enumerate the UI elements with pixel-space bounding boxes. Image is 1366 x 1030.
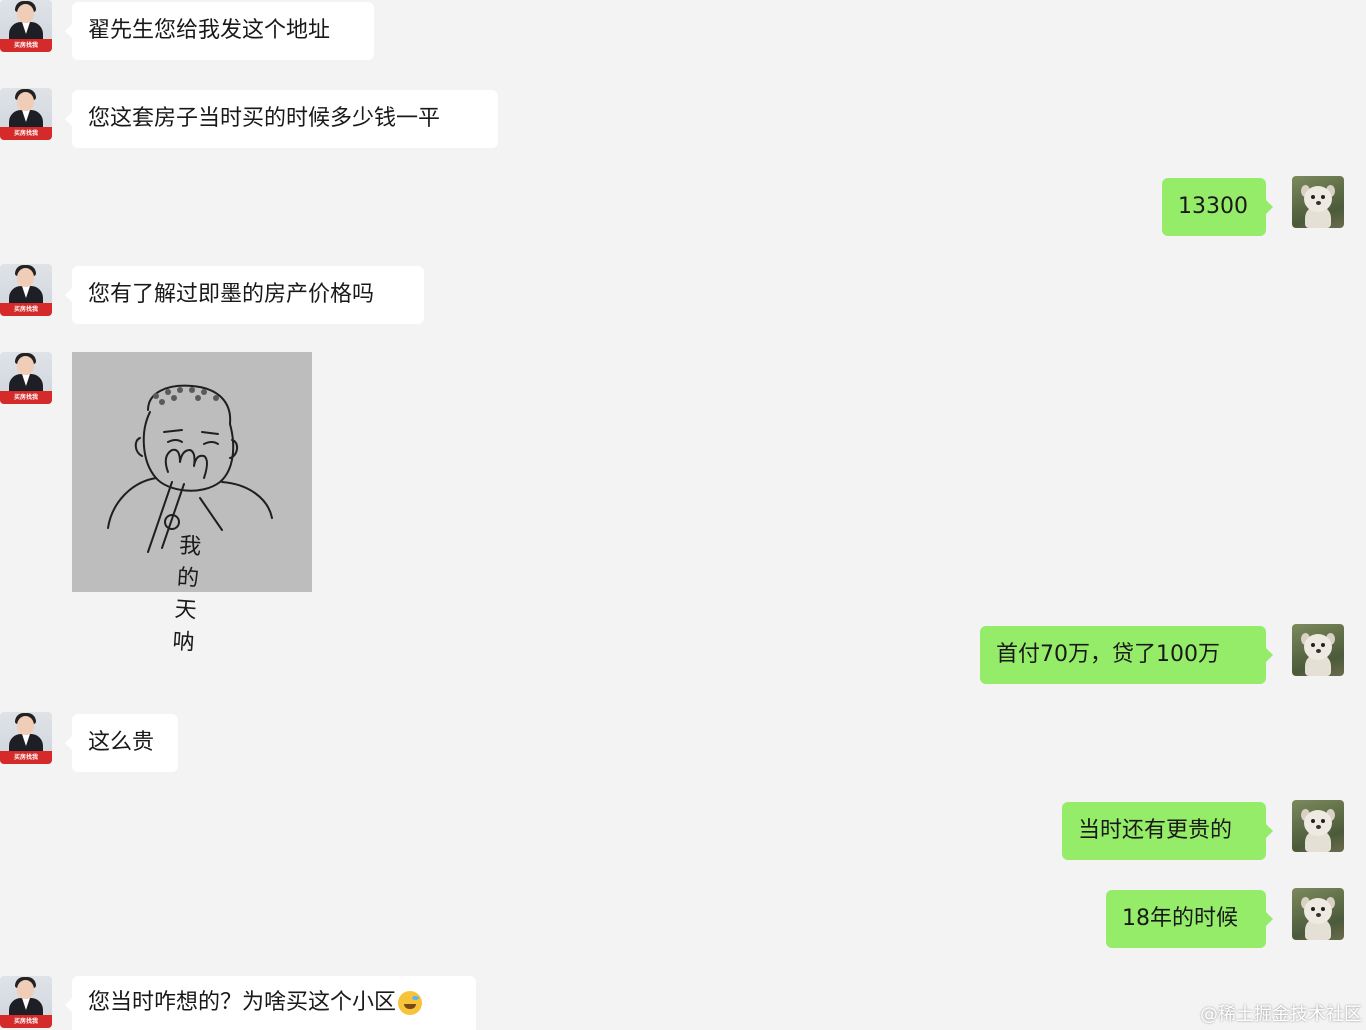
message-bubble[interactable]: 13300 bbox=[1162, 178, 1273, 236]
message-bubble[interactable]: 翟先生您给我发这个地址 bbox=[65, 2, 374, 60]
avatar-banner: 买房找我 bbox=[0, 39, 52, 52]
message-bubble[interactable]: 这么贵 bbox=[65, 714, 178, 772]
avatar-banner: 买房找我 bbox=[0, 751, 52, 764]
agent-avatar[interactable]: 买房找我 bbox=[0, 352, 52, 404]
agent-avatar[interactable]: 买房找我 bbox=[0, 88, 52, 140]
agent-avatar[interactable]: 买房找我 bbox=[0, 0, 52, 52]
agent-avatar[interactable]: 买房找我 bbox=[0, 976, 52, 1028]
message-bubble[interactable]: 18年的时候 bbox=[1106, 890, 1273, 948]
agent-avatar[interactable]: 买房找我 bbox=[0, 264, 52, 316]
message-bubble[interactable]: 您当时咋想的？为啥买这个小区 bbox=[65, 976, 476, 1030]
user-avatar[interactable] bbox=[1292, 888, 1344, 940]
message-bubble[interactable]: 首付70万，贷了100万 bbox=[980, 626, 1273, 684]
user-avatar[interactable] bbox=[1292, 800, 1344, 852]
laughing-crying-emoji-icon bbox=[398, 991, 423, 1015]
message-bubble[interactable]: 当时还有更贵的 bbox=[1062, 802, 1273, 860]
message-bubble[interactable]: 您有了解过即墨的房产价格吗 bbox=[65, 266, 424, 324]
agent-avatar[interactable]: 买房找我 bbox=[0, 712, 52, 764]
avatar-banner: 买房找我 bbox=[0, 303, 52, 316]
message-bubble[interactable]: 您这套房子当时买的时候多少钱一平 bbox=[65, 90, 498, 148]
avatar-banner: 买房找我 bbox=[0, 391, 52, 404]
avatar-banner: 买房找我 bbox=[0, 1015, 52, 1028]
watermark: @稀土掘金技术社区 bbox=[1200, 1004, 1362, 1025]
user-avatar[interactable] bbox=[1292, 624, 1344, 676]
user-avatar[interactable] bbox=[1292, 176, 1344, 228]
avatar-banner: 买房找我 bbox=[0, 127, 52, 140]
message-text: 您当时咋想的？为啥买这个小区 bbox=[88, 990, 397, 1015]
